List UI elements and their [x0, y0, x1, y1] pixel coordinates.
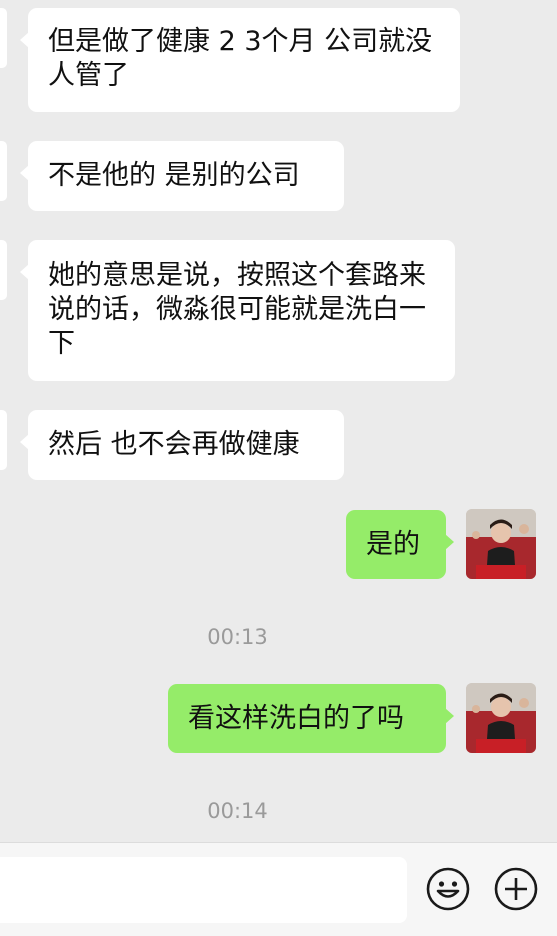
message-timestamp: 00:14 — [207, 799, 268, 823]
input-bar — [0, 842, 557, 936]
my-avatar[interactable] — [466, 509, 536, 579]
message-bubble-outgoing[interactable]: 是的 — [346, 510, 454, 579]
avatar-photo — [466, 683, 536, 753]
chat-message-list[interactable]: 但是做了健康 2 3个月 公司就没人管了 不是他的 是别的公司 她的意思是说，按… — [0, 0, 557, 842]
message-text: 看这样洗白的了吗 — [188, 703, 404, 734]
message-bubble-incoming[interactable]: 然后 也不会再做健康 — [20, 410, 344, 480]
message-text: 但是做了健康 2 3个月 公司就没人管了 — [48, 26, 433, 91]
avatar-photo — [466, 509, 536, 579]
contact-avatar[interactable] — [0, 240, 7, 300]
message-bubble-incoming[interactable]: 但是做了健康 2 3个月 公司就没人管了 — [20, 8, 460, 112]
message-bubble-incoming[interactable]: 她的意思是说，按照这个套路来说的话，微淼很可能就是洗白一下 — [20, 240, 455, 381]
message-timestamp: 00:13 — [207, 625, 268, 649]
more-button[interactable] — [493, 866, 539, 912]
message-text: 她的意思是说，按照这个套路来说的话，微淼很可能就是洗白一下 — [48, 260, 426, 359]
smiley-face-icon — [426, 867, 470, 911]
contact-avatar[interactable] — [0, 141, 7, 201]
message-text: 不是他的 是别的公司 — [48, 160, 300, 191]
message-bubble-incoming[interactable]: 不是他的 是别的公司 — [20, 141, 344, 211]
message-text: 然后 也不会再做健康 — [48, 429, 300, 460]
message-input[interactable] — [0, 857, 407, 923]
my-avatar[interactable] — [466, 683, 536, 753]
message-text: 是的 — [366, 529, 420, 560]
message-bubble-outgoing[interactable]: 看这样洗白的了吗 — [168, 684, 454, 753]
contact-avatar[interactable] — [0, 8, 7, 68]
plus-circle-icon — [494, 867, 538, 911]
contact-avatar[interactable] — [0, 410, 7, 470]
emoji-button[interactable] — [425, 866, 471, 912]
